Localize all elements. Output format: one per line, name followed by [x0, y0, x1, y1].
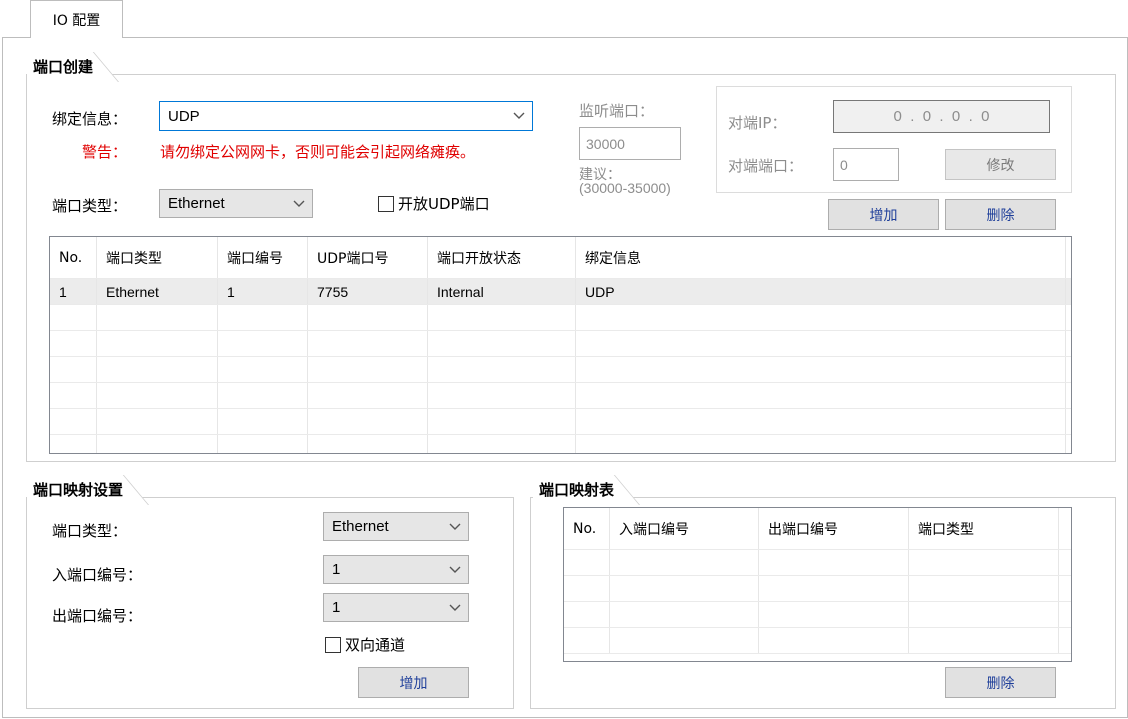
column-header[interactable]: No.	[564, 508, 610, 549]
column-header[interactable]: 端口类型	[909, 508, 1059, 549]
port-create-title: 端口创建	[27, 52, 106, 82]
peer-ip-input[interactable]: 0 . 0 . 0 . 0	[833, 100, 1050, 133]
tab-io-config-label: IO 配置	[52, 12, 101, 29]
table-cell: 7755	[308, 279, 428, 304]
peer-port-value: 0	[840, 156, 848, 173]
chevron-down-icon	[442, 556, 468, 583]
peer-ip-value: 0 . 0 . 0 . 0	[893, 108, 990, 125]
peer-ip-label: 对端IP：	[728, 114, 787, 132]
bind-info-select[interactable]: UDP	[159, 101, 533, 131]
port-type-select[interactable]: Ethernet	[159, 189, 313, 218]
in-port-label: 入端口编号：	[52, 566, 143, 584]
delete-mapping-button[interactable]: 删除	[945, 667, 1056, 698]
listen-port-value: 30000	[586, 135, 625, 152]
listen-port-label: 监听端口：	[579, 102, 655, 120]
modify-button[interactable]: 修改	[945, 149, 1056, 180]
in-port-select[interactable]: 1	[323, 555, 469, 584]
bidirectional-label: 双向通道	[345, 636, 406, 654]
table-row-empty	[564, 550, 1071, 576]
out-port-label: 出端口编号：	[52, 607, 143, 625]
bind-info-label: 绑定信息：	[52, 110, 128, 128]
table-cell: 1	[218, 279, 308, 304]
table-cell: Ethernet	[97, 279, 218, 304]
bind-info-value: UDP	[168, 107, 200, 125]
table-row-empty	[50, 305, 1071, 331]
mapping-table[interactable]: No. 入端口编号 出端口编号 端口类型	[563, 507, 1072, 662]
column-header[interactable]: 绑定信息	[576, 237, 1066, 278]
table-row-empty	[50, 331, 1071, 357]
port-table-header: No. 端口类型 端口编号 UDP端口号 端口开放状态 绑定信息	[50, 237, 1071, 279]
open-udp-label: 开放UDP端口	[398, 195, 490, 213]
column-header[interactable]: UDP端口号	[308, 237, 428, 278]
mapping-settings-title: 端口映射设置	[27, 475, 136, 505]
table-row-empty	[50, 435, 1071, 453]
table-cell: 1	[50, 279, 97, 304]
map-port-type-select[interactable]: Ethernet	[323, 512, 469, 541]
checkbox-unchecked-icon	[378, 195, 394, 212]
chevron-down-icon	[442, 594, 468, 621]
open-udp-checkbox[interactable]: 开放UDP端口	[378, 193, 490, 214]
table-cell: Internal	[428, 279, 576, 304]
port-table[interactable]: No. 端口类型 端口编号 UDP端口号 端口开放状态 绑定信息 1 Ether…	[49, 236, 1072, 454]
column-header[interactable]: No.	[50, 237, 97, 278]
map-port-type-value: Ethernet	[332, 518, 389, 535]
listen-port-input[interactable]: 30000	[579, 127, 681, 160]
delete-port-button[interactable]: 删除	[945, 199, 1056, 230]
table-row-empty	[564, 628, 1071, 654]
table-row-empty	[50, 383, 1071, 409]
table-cell: UDP	[576, 279, 1066, 304]
out-port-value: 1	[332, 599, 341, 616]
chevron-down-icon	[506, 102, 532, 130]
bidirectional-checkbox[interactable]: 双向通道	[325, 634, 405, 655]
port-type-label: 端口类型：	[52, 197, 128, 215]
map-port-type-label: 端口类型：	[52, 522, 128, 540]
column-header[interactable]: 入端口编号	[610, 508, 759, 549]
out-port-select[interactable]: 1	[323, 593, 469, 622]
warning-text: 请勿绑定公网网卡，否则可能会引起网络瘫痪。	[160, 143, 476, 161]
column-header[interactable]: 出端口编号	[759, 508, 909, 549]
add-mapping-button[interactable]: 增加	[358, 667, 469, 698]
checkbox-unchecked-icon	[325, 636, 341, 653]
peer-port-input[interactable]: 0	[833, 148, 899, 181]
chevron-down-icon	[286, 190, 312, 217]
mapping-table-header: No. 入端口编号 出端口编号 端口类型	[564, 508, 1071, 550]
column-header[interactable]: 端口类型	[97, 237, 218, 278]
table-row-empty	[564, 602, 1071, 628]
chevron-down-icon	[442, 513, 468, 540]
suggest-range: (30000-35000)	[579, 180, 671, 196]
warning-label: 警告：	[82, 143, 128, 161]
column-header[interactable]: 端口开放状态	[428, 237, 576, 278]
port-type-value: Ethernet	[168, 195, 225, 212]
add-port-button[interactable]: 增加	[828, 199, 939, 230]
column-header[interactable]: 端口编号	[218, 237, 308, 278]
table-row-empty	[50, 409, 1071, 435]
table-row-empty	[564, 576, 1071, 602]
table-row-empty	[50, 357, 1071, 383]
in-port-value: 1	[332, 561, 341, 578]
table-row[interactable]: 1 Ethernet 1 7755 Internal UDP	[50, 279, 1071, 305]
mapping-table-title: 端口映射表	[533, 475, 627, 505]
tab-io-config[interactable]: IO 配置	[30, 0, 123, 38]
peer-port-label: 对端端口：	[728, 157, 804, 175]
